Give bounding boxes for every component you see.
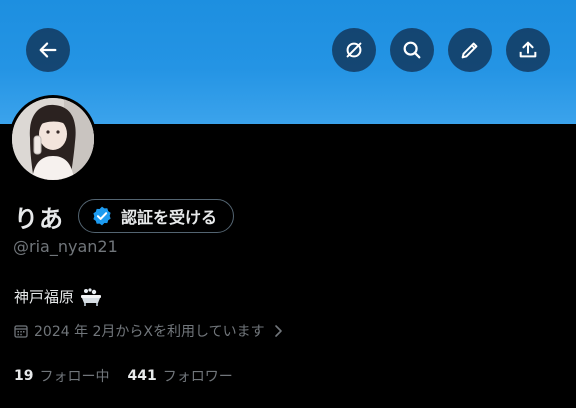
get-verified-label: 認証を受ける <box>121 208 218 227</box>
username-handle: @ria_nyan21 <box>13 237 118 256</box>
join-date-text: 2024 年 2月からXを利用しています <box>34 324 265 340</box>
share-upload-icon <box>519 41 537 58</box>
avatar-photo <box>12 98 94 180</box>
share-button[interactable] <box>506 28 550 72</box>
search-button[interactable] <box>390 28 434 72</box>
bio-text: 神戸福原 <box>14 288 75 306</box>
following-count: 19 <box>14 368 34 384</box>
followers-link[interactable]: 441 フォロワー <box>127 366 232 386</box>
arrow-left-icon <box>39 42 57 58</box>
bathtub-icon <box>80 287 102 307</box>
followers-label: フォロワー <box>162 369 233 385</box>
avatar[interactable] <box>9 95 97 183</box>
verified-badge-icon <box>93 206 111 226</box>
followers-count: 441 <box>127 368 157 384</box>
search-icon <box>403 41 421 59</box>
profile-bio: 神戸福原 <box>14 286 102 307</box>
join-date-link[interactable]: 2024 年 2月からXを利用しています <box>14 321 285 341</box>
pencil-icon <box>461 42 478 59</box>
display-name: りあ <box>14 204 64 233</box>
calendar-icon <box>14 325 28 338</box>
profile-page: りあ 認証を受ける @ria_nyan21 神戸福原 2024 年 2月からXを… <box>0 0 576 408</box>
get-verified-button[interactable]: 認証を受ける <box>78 199 235 233</box>
following-link[interactable]: 19 フォロー中 <box>14 366 109 386</box>
profile-banner[interactable] <box>0 0 576 124</box>
name-row: りあ 認証を受ける <box>14 196 235 236</box>
chevron-right-icon <box>274 325 282 337</box>
grok-button[interactable] <box>332 28 376 72</box>
back-button[interactable] <box>26 28 70 72</box>
edit-button[interactable] <box>448 28 492 72</box>
following-label: フォロー中 <box>39 369 110 385</box>
grok-slash-icon <box>346 42 362 58</box>
follow-stats: 19 フォロー中 441 フォロワー <box>14 366 233 386</box>
